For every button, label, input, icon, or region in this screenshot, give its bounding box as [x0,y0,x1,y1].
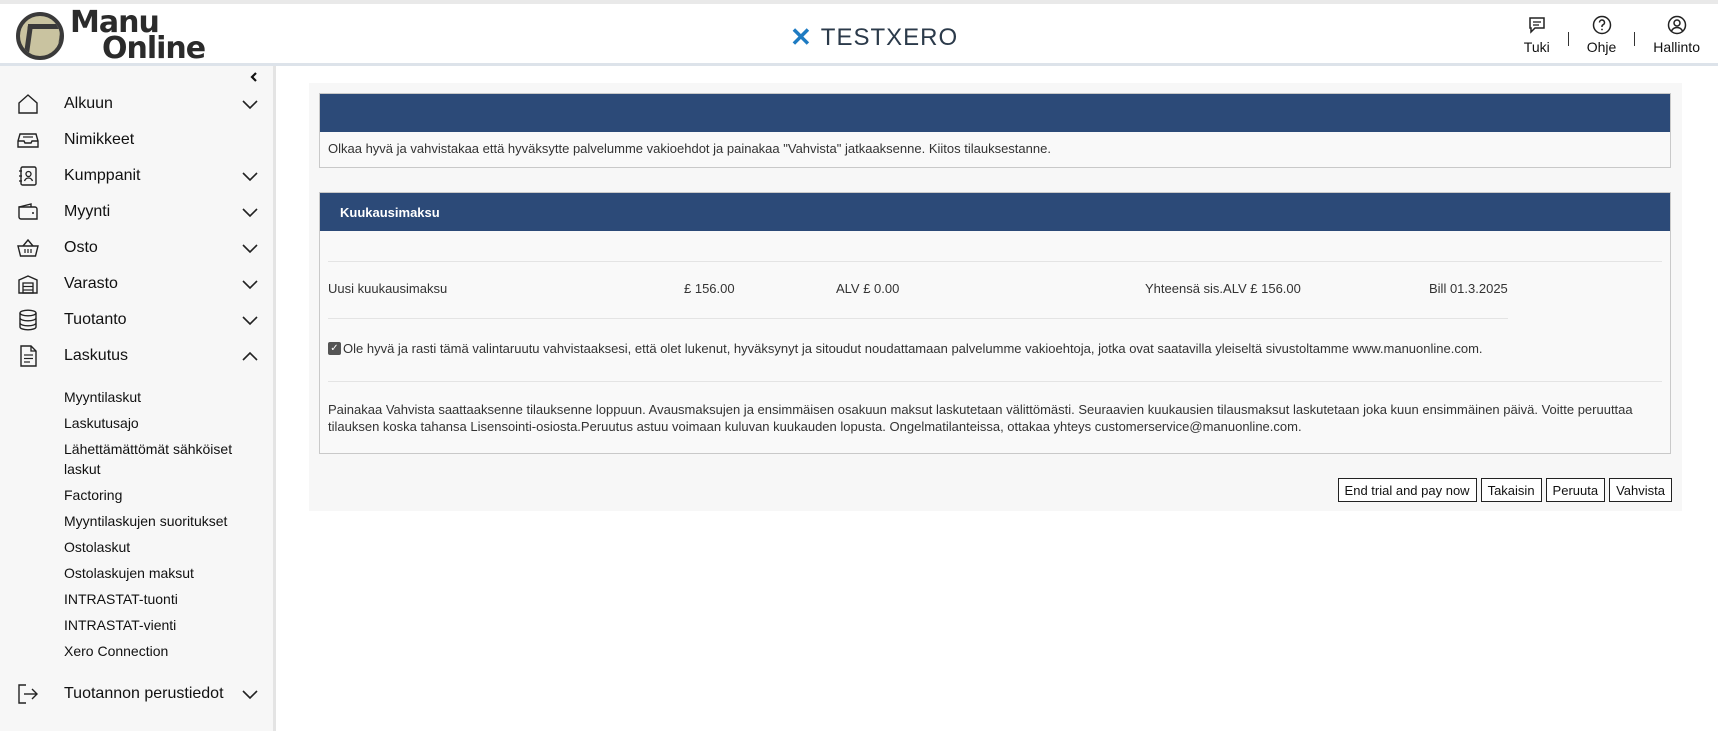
chevron-down-icon[interactable] [241,95,259,113]
support-label: Tuki [1523,39,1550,55]
laskutus-submenu: Myyntilaskut Laskutusajo Lähettämättömät… [0,384,273,664]
admin-button[interactable]: Hallinto [1653,14,1700,55]
sidebar-nav: Alkuun Nimikkeet Kumppanit Myynti Osto V… [0,86,273,712]
inbox-icon [16,128,40,152]
sidebar-item-myynti[interactable]: Myynti [0,194,273,230]
sidebar-item-label: Nimikkeet [64,131,135,148]
contacts-icon [16,164,40,188]
submenu-item-xero-connection[interactable]: Xero Connection [64,638,254,664]
submenu-item-intrastat-import[interactable]: INTRASTAT-tuonti [64,586,254,612]
sidebar-item-kumppanit[interactable]: Kumppanit [0,158,273,194]
collapse-sidebar-icon[interactable] [248,70,260,86]
sidebar-item-tuotannon-perustiedot[interactable]: Tuotannon perustiedot [0,676,273,712]
manu-online-logo[interactable]: Manu Online [16,8,206,64]
logo-text: Manu Online [70,8,206,64]
divider [328,381,1662,382]
sidebar-item-label: Laskutus [64,347,129,364]
monthly-fee-header: Kuukausimaksu [320,193,1670,231]
sidebar-item-label: Varasto [64,275,118,292]
fee-bill-date: Bill 01.3.2025 [1429,281,1508,296]
fee-label: Uusi kuukausimaksu [328,281,448,296]
chevron-down-icon[interactable] [241,167,259,185]
document-icon [16,344,40,368]
end-trial-button[interactable]: End trial and pay now [1337,478,1477,502]
xero-cross-icon: ✕ [790,22,813,52]
separator [1634,32,1636,46]
help-label: Ohje [1586,39,1617,55]
top-actions: Tuki Ohje Hallinto [1524,14,1700,55]
admin-label: Hallinto [1653,39,1700,55]
action-buttons: End trial and pay now Takaisin Peruuta V… [1337,478,1672,502]
fee-total: Yhteensä sis.ALV £ 156.00 [1145,281,1301,296]
sidebar-item-osto[interactable]: Osto [0,230,273,266]
sidebar-item-label: Alkuun [64,95,113,112]
main-content: Olkaa hyvä ja vahvistakaa että hyväksytt… [309,83,1682,511]
sidebar-item-varasto[interactable]: Varasto [0,266,273,302]
notice-panel: Olkaa hyvä ja vahvistakaa että hyväksytt… [319,93,1671,168]
sidebar-item-label: Tuotannon perustiedot [64,685,224,702]
chevron-down-icon[interactable] [241,275,259,293]
logout-icon [16,682,40,706]
monthly-fee-panel: Kuukausimaksu Uusi kuukausimaksu £ 156.0… [319,192,1671,454]
separator [1567,32,1569,46]
terms-checkbox-row: ✓ Ole hyvä ja rasti tämä valintaruutu va… [328,341,1483,356]
logo-mark-icon [16,12,64,60]
chevron-up-icon[interactable] [241,347,259,365]
sidebar-item-label: Tuotanto [64,311,127,328]
submenu-item-sales-invoice-payments[interactable]: Myyntilaskujen suoritukset [64,508,254,534]
submenu-item-factoring[interactable]: Factoring [64,482,254,508]
submenu-item-laskutusajo[interactable]: Laskutusajo [64,410,254,436]
company-brand: ✕ TESTXERO [790,22,958,53]
divider [328,318,1508,319]
sidebar-item-label: Osto [64,239,98,256]
sidebar-item-tuotanto[interactable]: Tuotanto [0,302,273,338]
sidebar-item-laskutus[interactable]: Laskutus [0,338,273,374]
wallet-icon [16,200,40,224]
cancel-button[interactable]: Peruuta [1545,478,1606,502]
notice-text: Olkaa hyvä ja vahvistakaa että hyväksytt… [328,141,1051,156]
confirm-button[interactable]: Vahvista [1609,478,1672,502]
terms-checkbox-label: Ole hyvä ja rasti tämä valintaruutu vahv… [343,341,1483,356]
help-icon [1591,14,1613,36]
chevron-down-icon[interactable] [241,685,259,703]
chevron-down-icon[interactable] [241,239,259,257]
sidebar-item-label: Kumppanit [64,167,141,184]
submenu-item-unsent-einvoices[interactable]: Lähettämättömät sähköiset laskut [64,436,254,482]
chevron-down-icon[interactable] [241,311,259,329]
notice-panel-header [320,94,1670,132]
warehouse-icon [16,272,40,296]
fee-vat: ALV £ 0.00 [836,281,900,296]
submenu-item-ostolaskut[interactable]: Ostolaskut [64,534,254,560]
company-name: TESTXERO [820,23,959,51]
user-icon [1666,14,1688,36]
terms-checkbox[interactable]: ✓ [328,342,341,355]
chevron-down-icon[interactable] [241,203,259,221]
sidebar: Alkuun Nimikkeet Kumppanit Myynti Osto V… [0,66,276,731]
sidebar-item-nimikkeet[interactable]: Nimikkeet [0,122,273,158]
sidebar-item-alkuun[interactable]: Alkuun [0,86,273,122]
database-icon [16,308,40,332]
submenu-item-myyntilaskut[interactable]: Myyntilaskut [64,384,254,410]
help-button[interactable]: Ohje [1586,14,1617,55]
chat-icon [1526,14,1548,36]
app-header: Manu Online ✕ TESTXERO Tuki Ohje Hallint… [0,0,1718,66]
submenu-item-intrastat-export[interactable]: INTRASTAT-vienti [64,612,254,638]
home-icon [16,92,40,116]
support-button[interactable]: Tuki [1524,14,1550,55]
sidebar-item-label: Myynti [64,203,111,220]
basket-icon [16,236,40,260]
fee-amount: £ 156.00 [684,281,735,296]
order-info-text: Painakaa Vahvista saattaaksenne tilaukse… [328,402,1633,434]
back-button[interactable]: Takaisin [1480,478,1542,502]
divider [328,261,1662,262]
submenu-item-purchase-invoice-payments[interactable]: Ostolaskujen maksut [64,560,254,586]
